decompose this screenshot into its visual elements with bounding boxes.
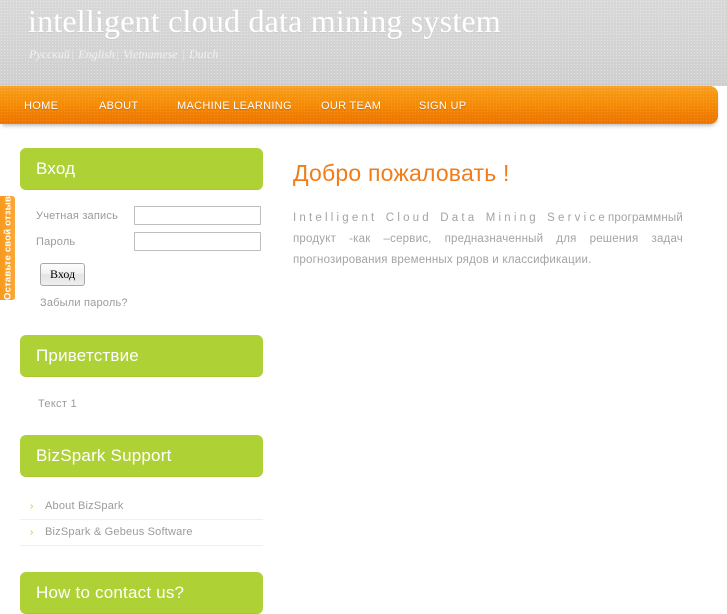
password-field-row: Пароль — [36, 232, 263, 251]
login-form: Учетная запись Пароль Вход Забыли пароль… — [20, 190, 263, 309]
language-separator: | — [70, 47, 75, 61]
nav-item-about[interactable]: ABOUT — [99, 86, 138, 124]
language-link-dutch[interactable]: Dutch — [189, 47, 218, 61]
bizspark-panel-header: BizSpark Support — [20, 435, 263, 477]
greeting-panel-title: Приветствие — [36, 346, 139, 365]
nav-link-machine-learning[interactable]: MACHINE LEARNING — [177, 100, 292, 112]
intro-paragraph: Intelligent Cloud Data Mining Serviceпро… — [293, 208, 683, 271]
nav-item-our-team[interactable]: OUR TEAM — [321, 86, 381, 124]
main-navigation: HOME ABOUT MACHINE LEARNING OUR TEAM SIG… — [0, 86, 718, 124]
nav-item-machine-learning[interactable]: MACHINE LEARNING — [177, 86, 292, 124]
site-header: intelligent cloud data mining system Рус… — [0, 0, 727, 86]
account-label: Учетная запись — [36, 209, 119, 222]
feedback-tab-label: Оставьте свой отзыв — [2, 196, 13, 300]
contact-panel-header: How to contact us? — [20, 572, 263, 614]
greeting-panel-text: Текст 1 — [38, 398, 77, 410]
language-link-russian[interactable]: Русский — [29, 47, 70, 61]
login-panel-header: Вход — [20, 148, 263, 190]
site-title: intelligent cloud data mining system — [28, 3, 501, 39]
bizspark-link-list: › About BizSpark › BizSpark & Gebeus Sof… — [20, 494, 263, 546]
nav-item-sign-up[interactable]: SIGN UP — [419, 86, 466, 124]
language-separator: | — [181, 47, 185, 61]
sidebar: Вход Учетная запись Пароль Вход Забыли п… — [20, 148, 263, 614]
page-title: Добро пожаловать ! — [293, 160, 510, 186]
bizspark-link-gebeus-software[interactable]: BizSpark & Gebeus Software — [45, 526, 193, 538]
feedback-tab[interactable]: Оставьте свой отзыв — [0, 196, 15, 300]
contact-panel: How to contact us? — [20, 572, 263, 614]
account-field-row: Учетная запись — [36, 206, 263, 225]
greeting-panel-header: Приветствие — [20, 335, 263, 377]
greeting-panel: Приветствие Текст 1 — [20, 335, 263, 410]
chevron-right-icon: › — [30, 501, 34, 512]
main-content: Добро пожаловать ! Intelligent Cloud Dat… — [293, 160, 683, 271]
forgot-password-link[interactable]: Забыли пароль? — [40, 297, 263, 309]
language-link-english[interactable]: English — [78, 47, 115, 61]
language-link-vietnamese[interactable]: Vietnamese — [123, 47, 177, 61]
password-label: Пароль — [36, 235, 76, 248]
nav-link-our-team[interactable]: OUR TEAM — [321, 100, 381, 112]
language-switcher[interactable]: Русский| English| Vietnamese | Dutch — [29, 47, 218, 62]
list-item[interactable]: › About BizSpark — [20, 494, 263, 520]
account-input[interactable] — [134, 206, 261, 225]
login-panel: Вход Учетная запись Пароль Вход Забыли п… — [20, 148, 263, 309]
nav-link-sign-up[interactable]: SIGN UP — [419, 100, 466, 112]
nav-link-home[interactable]: HOME — [24, 100, 58, 112]
login-submit-button[interactable]: Вход — [40, 263, 86, 286]
nav-link-about[interactable]: ABOUT — [99, 100, 138, 112]
nav-item-home[interactable]: HOME — [24, 86, 58, 124]
language-separator: | — [115, 47, 120, 61]
intro-paragraph-en: Intelligent Cloud Data Mining Service — [293, 212, 608, 224]
bizspark-panel-title: BizSpark Support — [36, 446, 172, 465]
contact-panel-title: How to contact us? — [36, 583, 185, 602]
login-panel-title: Вход — [36, 159, 76, 178]
list-item[interactable]: › BizSpark & Gebeus Software — [20, 520, 263, 546]
bizspark-link-about[interactable]: About BizSpark — [45, 500, 124, 512]
bizspark-panel: BizSpark Support › About BizSpark › BizS… — [20, 435, 263, 546]
password-input[interactable] — [134, 232, 261, 251]
chevron-right-icon: › — [30, 527, 34, 538]
